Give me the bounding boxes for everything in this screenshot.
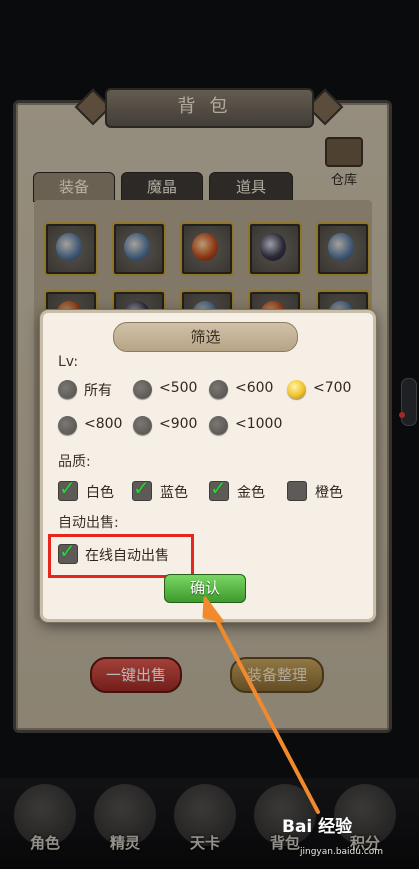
annotation-arrow-icon (202, 596, 320, 814)
watermark-url: jingyan.baidu.com (300, 847, 384, 857)
watermark-brand: Bai 经验 (282, 817, 353, 837)
